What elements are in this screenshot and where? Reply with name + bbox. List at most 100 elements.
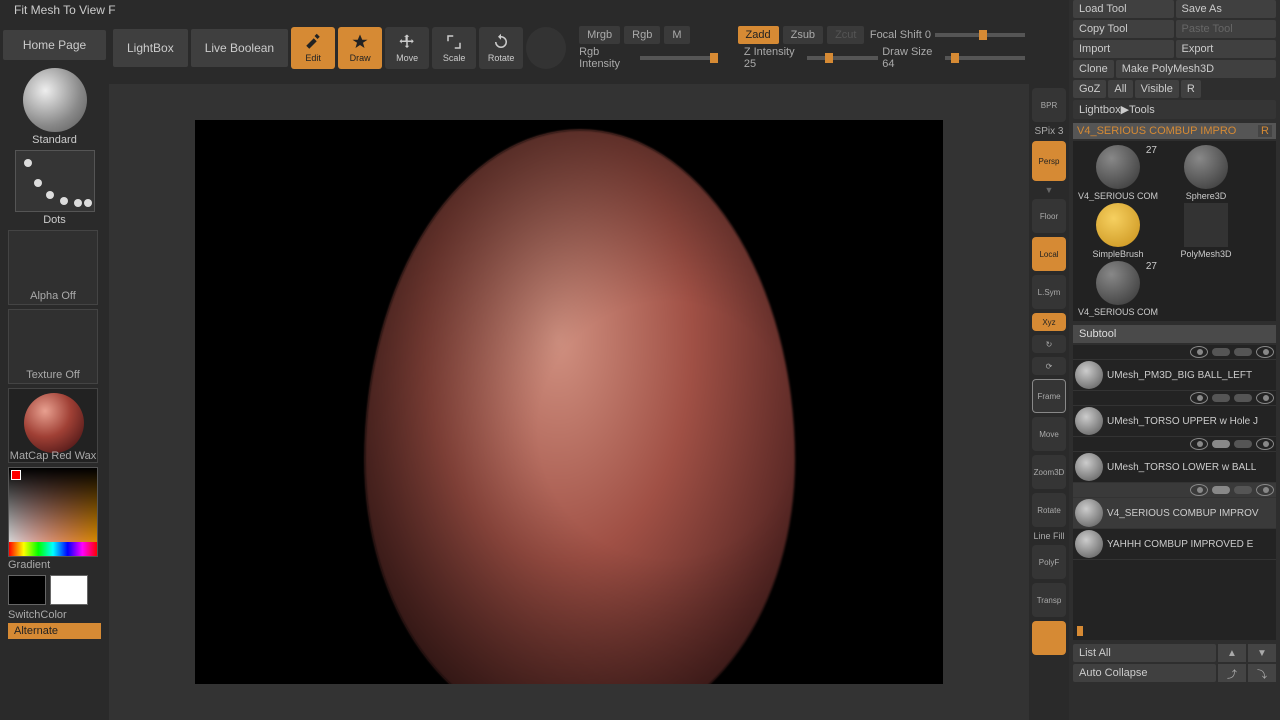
move-button[interactable]: Move — [385, 27, 429, 69]
import-button[interactable]: Import — [1073, 40, 1174, 58]
subtool-header[interactable]: Subtool — [1073, 325, 1276, 343]
subtool-row[interactable]: V4_SERIOUS COMBUP IMPROV — [1073, 498, 1276, 529]
focalshift-slider[interactable] — [935, 33, 1025, 37]
toggle-icon[interactable] — [1212, 394, 1230, 402]
toggle-icon[interactable] — [1212, 440, 1230, 448]
goz-button[interactable]: GoZ — [1073, 80, 1106, 98]
eye-icon[interactable] — [1190, 484, 1208, 496]
hue-strip[interactable] — [9, 542, 97, 556]
autocollapse-button[interactable]: Auto Collapse — [1073, 664, 1216, 682]
listall-button[interactable]: List All — [1073, 644, 1216, 662]
clone-button[interactable]: Clone — [1073, 60, 1114, 78]
saveas-button[interactable]: Save As — [1176, 0, 1277, 18]
rgbintensity-slider[interactable] — [640, 56, 711, 60]
eye-icon[interactable] — [1256, 484, 1274, 496]
persp-arrow[interactable]: ▼ — [1045, 185, 1054, 195]
subtool-row[interactable]: UMesh_PM3D_BIG BALL_LEFT — [1073, 360, 1276, 391]
frame-button[interactable]: Frame — [1032, 379, 1066, 413]
eye-icon[interactable] — [1256, 392, 1274, 404]
color-picker[interactable] — [8, 467, 98, 557]
zoom3d-button[interactable]: Zoom3D — [1032, 455, 1066, 489]
zintensity-slider[interactable] — [807, 56, 878, 60]
tool-item[interactable]: Sphere3D — [1163, 145, 1249, 201]
lightbox-tools-button[interactable]: Lightbox▶Tools — [1073, 100, 1276, 119]
eye-icon[interactable] — [1256, 346, 1274, 358]
goz-all-button[interactable]: All — [1108, 80, 1132, 98]
subtool-row[interactable] — [1073, 345, 1276, 360]
export-button[interactable]: Export — [1176, 40, 1277, 58]
eye-icon[interactable] — [1190, 392, 1208, 404]
transp-button[interactable]: Transp — [1032, 583, 1066, 617]
gradient-label[interactable]: Gradient — [8, 559, 101, 571]
local-button[interactable]: Local — [1032, 237, 1066, 271]
copytool-button[interactable]: Copy Tool — [1073, 20, 1174, 38]
lsym-button[interactable]: L.Sym — [1032, 275, 1066, 309]
eye-icon[interactable] — [1190, 438, 1208, 450]
floor-button[interactable]: Floor — [1032, 199, 1066, 233]
rot-z-button[interactable]: ⟳ — [1032, 357, 1066, 375]
scale-button[interactable]: Scale — [432, 27, 476, 69]
lightbox-button[interactable]: LightBox — [113, 29, 188, 67]
toggle-icon[interactable] — [1234, 440, 1252, 448]
home-page-button[interactable]: Home Page — [3, 30, 106, 60]
texture-tile[interactable]: Texture Off — [8, 309, 98, 384]
tool-item[interactable]: PolyMesh3D — [1163, 203, 1249, 259]
nav-rotate-button[interactable]: Rotate — [1032, 493, 1066, 527]
m-button[interactable]: M — [664, 26, 689, 44]
liveboolean-button[interactable]: Live Boolean — [191, 29, 288, 67]
toggle-icon[interactable] — [1234, 486, 1252, 494]
toggle-icon[interactable] — [1234, 394, 1252, 402]
goz-visible-button[interactable]: Visible — [1135, 80, 1179, 98]
rgb-button[interactable]: Rgb — [624, 26, 660, 44]
zadd-button[interactable]: Zadd — [738, 26, 779, 44]
collapse-down-button[interactable]: ⤵ — [1248, 664, 1276, 682]
viewport[interactable] — [109, 84, 1029, 720]
canvas[interactable] — [195, 120, 943, 684]
eye-icon[interactable] — [1256, 438, 1274, 450]
subtool-row[interactable]: YAHHH COMBUP IMPROVED E — [1073, 529, 1276, 560]
makepoly-button[interactable]: Make PolyMesh3D — [1116, 60, 1276, 78]
persp-button[interactable]: Persp — [1032, 141, 1066, 181]
subtool-row[interactable]: UMesh_TORSO UPPER w Hole J — [1073, 406, 1276, 437]
drawsize-slider[interactable] — [945, 56, 1025, 60]
eye-icon[interactable] — [1190, 346, 1208, 358]
toggle-icon[interactable] — [1234, 348, 1252, 356]
pastetool-button[interactable]: Paste Tool — [1176, 20, 1277, 38]
swatch-white[interactable] — [50, 575, 88, 605]
tool-item[interactable]: SimpleBrush — [1075, 203, 1161, 259]
subtool-row[interactable]: UMesh_TORSO LOWER w BALL — [1073, 452, 1276, 483]
subtool-row[interactable] — [1073, 437, 1276, 452]
zcut-button[interactable]: Zcut — [827, 26, 864, 44]
loadtool-button[interactable]: Load Tool — [1073, 0, 1174, 18]
draw-button[interactable]: Draw — [338, 27, 382, 69]
alpha-tile[interactable]: Alpha Off — [8, 230, 98, 305]
brush-tile[interactable]: Standard — [8, 68, 101, 146]
movedown-button[interactable]: ▼ — [1248, 644, 1276, 662]
polyf-button[interactable]: PolyF — [1032, 545, 1066, 579]
bpr-button[interactable]: BPR — [1032, 88, 1066, 122]
xyz-button[interactable]: Xyz — [1032, 313, 1066, 331]
rot-y-button[interactable]: ↻ — [1032, 335, 1066, 353]
toggle-icon[interactable] — [1212, 486, 1230, 494]
nav-move-button[interactable]: Move — [1032, 417, 1066, 451]
moveup-button[interactable]: ▲ — [1218, 644, 1246, 662]
goz-r-button[interactable]: R — [1181, 80, 1201, 98]
edit-button[interactable]: Edit — [291, 27, 335, 69]
subtool-row[interactable] — [1073, 391, 1276, 406]
collapse-up-button[interactable]: ⤴ — [1218, 664, 1246, 682]
toggle-icon[interactable] — [1212, 348, 1230, 356]
material-tile[interactable]: MatCap Red Wax — [8, 388, 98, 463]
scroll-indicator[interactable] — [1077, 626, 1083, 636]
tool-title[interactable]: V4_SERIOUS COMBUP IMPRO R — [1073, 123, 1276, 139]
rotate-button[interactable]: Rotate — [479, 27, 523, 69]
stroke-tile[interactable]: Dots — [8, 150, 101, 226]
alternate-button[interactable]: Alternate — [8, 623, 101, 639]
zsub-button[interactable]: Zsub — [783, 26, 823, 44]
gizmo-button[interactable] — [526, 27, 566, 69]
switchcolor-button[interactable]: SwitchColor — [8, 609, 101, 621]
ghost-button[interactable] — [1032, 621, 1066, 655]
spix-label[interactable]: SPix 3 — [1035, 126, 1064, 137]
mrgb-button[interactable]: Mrgb — [579, 26, 620, 44]
swatch-black[interactable] — [8, 575, 46, 605]
tool-item[interactable]: 27V4_SERIOUS COM — [1075, 145, 1161, 201]
